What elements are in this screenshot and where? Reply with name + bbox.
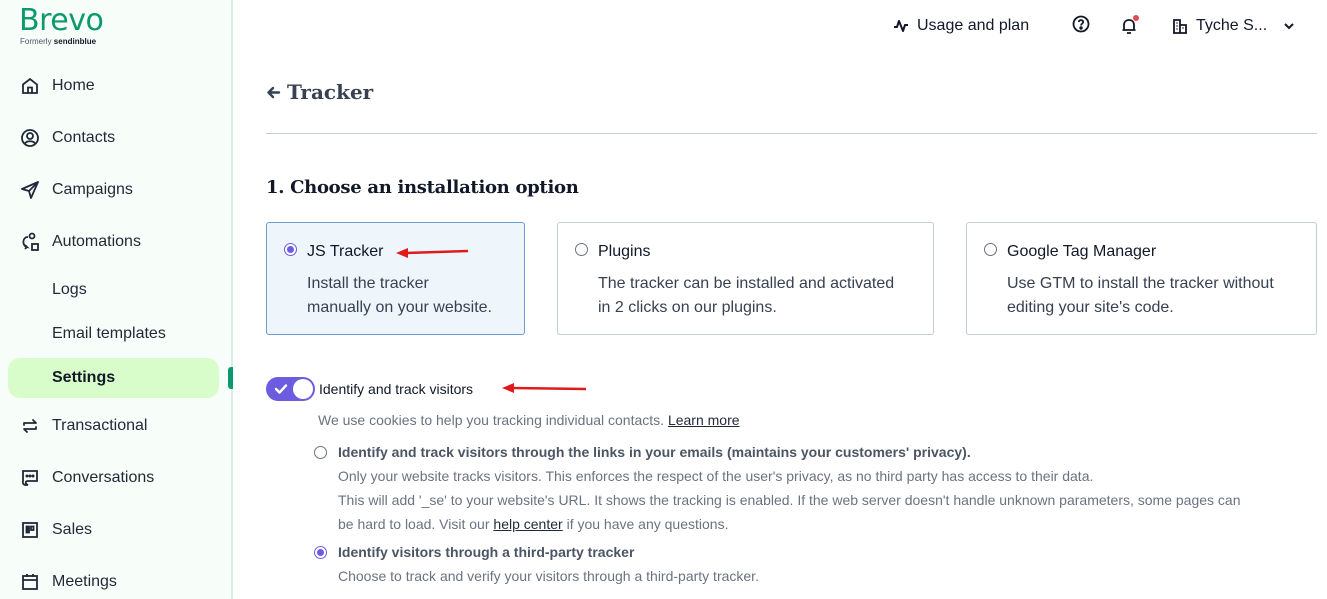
sidebar-item-email-templates[interactable]: Email templates: [8, 314, 219, 354]
usage-and-plan-button[interactable]: Usage and plan: [893, 14, 1029, 38]
page-title: Tracker: [287, 80, 374, 104]
option-description: Use GTM to install the tracker without e…: [1007, 275, 1274, 316]
sidebar-item-logs[interactable]: Logs: [8, 270, 219, 310]
option-title: Identify and track visitors through the …: [338, 444, 971, 460]
sidebar-item-contacts[interactable]: Contacts: [8, 118, 219, 158]
sidebar-item-label: Settings: [52, 369, 116, 386]
brand-formerly: Formerly sendinblue: [20, 37, 97, 46]
account-name: Tyche S...: [1196, 17, 1268, 34]
help-center-link[interactable]: help center: [493, 516, 562, 532]
option-title: Plugins: [598, 243, 651, 260]
sidebar: Brevo Formerly sendinblue Home Contacts …: [0, 0, 233, 599]
header-divider: [266, 133, 1317, 134]
third-party-radio[interactable]: [314, 546, 327, 559]
home-icon: [20, 76, 40, 96]
identify-track-toggle-row: Identify and track visitors: [266, 377, 473, 401]
bell-icon: [1120, 15, 1139, 35]
send-icon: [20, 180, 40, 200]
help-button[interactable]: [1072, 14, 1090, 38]
back-to-tracker-link[interactable]: Tracker: [266, 80, 373, 104]
radio-unchecked-icon: [984, 243, 997, 256]
radio-unchecked-icon: [575, 243, 588, 256]
sidebar-item-label: Email templates: [52, 325, 166, 342]
toggle-knob: [293, 379, 313, 399]
sidebar-item-transactional[interactable]: Transactional: [8, 406, 219, 446]
usage-label: Usage and plan: [917, 17, 1030, 34]
brand-name: Brevo: [19, 3, 104, 38]
sidebar-item-sales[interactable]: Sales: [8, 510, 219, 550]
radio-checked-icon: [314, 546, 327, 559]
radio-unchecked-icon: [314, 446, 327, 459]
option-card-google-tag-manager[interactable]: Google Tag Manager Use GTM to install th…: [966, 222, 1317, 335]
sidebar-item-home[interactable]: Home: [8, 66, 219, 106]
learn-more-link[interactable]: Learn more: [668, 412, 740, 428]
sidebar-item-settings[interactable]: Settings: [8, 358, 219, 398]
email-links-radio[interactable]: [314, 446, 327, 459]
sidebar-item-label: Meetings: [52, 573, 117, 590]
toggle-label: Identify and track visitors: [319, 381, 474, 397]
sidebar-item-label: Automations: [52, 233, 141, 250]
annotation-arrow: [502, 383, 587, 393]
option-description: The tracker can be installed and activat…: [598, 275, 895, 316]
arrow-left-icon: [266, 85, 281, 100]
option-card-js-tracker[interactable]: JS Tracker Install the tracker manually …: [266, 222, 525, 335]
transactional-icon: [20, 416, 40, 436]
activity-icon: [893, 18, 909, 34]
annotation-arrow: [396, 248, 469, 258]
help-icon: [1072, 15, 1090, 38]
app-root: Brevo Formerly sendinblue Home Contacts …: [0, 0, 1327, 599]
sidebar-item-label: Conversations: [52, 469, 155, 486]
sidebar-item-label: Contacts: [52, 129, 116, 146]
option-description: Install the tracker manually on your web…: [307, 275, 492, 316]
option-description: Choose to track and verify your visitors…: [338, 568, 759, 584]
sidebar-item-label: Home: [52, 77, 95, 94]
chevron-down-icon: [1283, 20, 1295, 32]
option-title: Google Tag Manager: [1007, 243, 1157, 260]
identify-track-toggle[interactable]: [266, 377, 315, 401]
radio-checked-icon: [284, 243, 297, 256]
automations-icon: [20, 232, 40, 252]
brand-logo[interactable]: Brevo Formerly sendinblue: [19, 3, 104, 47]
sidebar-item-automations[interactable]: Automations: [8, 222, 219, 262]
sidebar-item-meetings[interactable]: Meetings: [8, 562, 219, 599]
check-icon: [274, 384, 288, 394]
option-description: be hard to load. Visit our help center i…: [338, 516, 729, 532]
cookie-note: We use cookies to help you tracking indi…: [318, 412, 740, 428]
option-description: Only your website tracks visitors. This …: [338, 468, 1094, 484]
sidebar-item-label: Transactional: [52, 417, 148, 434]
top-bar: Usage and plan Tyche S...: [235, 0, 1327, 54]
account-menu[interactable]: Tyche S...: [1172, 14, 1295, 38]
sidebar-item-conversations[interactable]: Conversations: [8, 458, 219, 498]
option-description: This will add '_se' to your website's UR…: [338, 492, 1241, 508]
contacts-icon: [20, 128, 40, 148]
active-indicator: [228, 367, 233, 389]
gtm-radio[interactable]: [984, 243, 997, 256]
sidebar-item-label: Logs: [52, 281, 87, 298]
calendar-icon: [20, 572, 40, 592]
option-title: JS Tracker: [307, 243, 384, 260]
notifications-button[interactable]: [1120, 14, 1139, 38]
sidebar-item-label: Campaigns: [52, 181, 133, 198]
sidebar-item-campaigns[interactable]: Campaigns: [8, 170, 219, 210]
js-tracker-radio[interactable]: [284, 243, 297, 256]
notification-dot: [1133, 15, 1139, 21]
building-icon: [1172, 18, 1188, 34]
plugins-radio[interactable]: [575, 243, 588, 256]
option-title: Identify visitors through a third-party …: [338, 544, 635, 560]
sidebar-item-label: Sales: [52, 521, 93, 538]
option-card-plugins[interactable]: Plugins The tracker can be installed and…: [557, 222, 934, 335]
section-title: 1. Choose an installation option: [266, 177, 579, 198]
conversations-icon: [20, 468, 40, 488]
sales-icon: [20, 520, 40, 540]
